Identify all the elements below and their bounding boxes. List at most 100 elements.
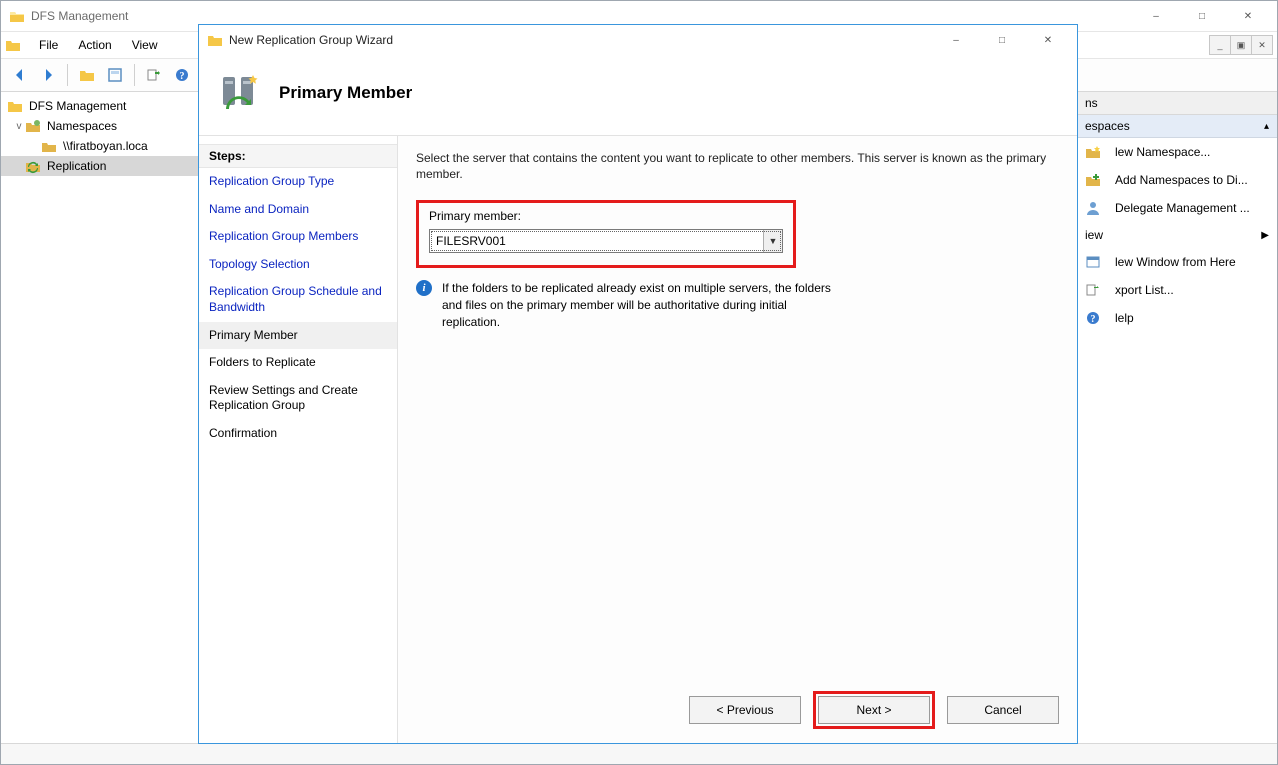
action-new-window[interactable]: lew Window from Here xyxy=(1077,248,1277,276)
parent-close-button[interactable]: ✕ xyxy=(1225,2,1271,30)
toolbar-separator xyxy=(134,64,135,86)
window-icon xyxy=(1085,254,1101,270)
wizard-header: Primary Member xyxy=(199,55,1077,135)
user-icon xyxy=(1085,200,1101,216)
next-button-highlight: Next > xyxy=(813,691,935,729)
tree-root-label: DFS Management xyxy=(29,99,126,113)
submenu-icon: ▶ xyxy=(1261,230,1269,241)
dfs-root-icon xyxy=(7,98,23,114)
step-primary-member[interactable]: Primary Member xyxy=(199,322,397,350)
mdi-close-button[interactable]: ✕ xyxy=(1251,35,1273,55)
previous-button[interactable]: < Previous xyxy=(689,696,801,724)
primary-member-value: FILESRV001 xyxy=(430,234,763,248)
wizard-title: New Replication Group Wizard xyxy=(229,33,393,47)
tree-namespaces[interactable]: v Namespaces xyxy=(1,116,198,136)
wizard-titlebar: New Replication Group Wizard – □ ✕ xyxy=(199,25,1077,55)
toolbar-separator xyxy=(67,64,68,86)
cancel-button-label: Cancel xyxy=(984,703,1021,717)
wizard-page-title: Primary Member xyxy=(279,83,412,103)
primary-member-highlight: Primary member: FILESRV001 ▼ xyxy=(416,200,796,268)
actions-header: ns xyxy=(1077,92,1277,115)
folder-plus-icon xyxy=(1085,172,1101,188)
wizard-button-bar: < Previous Next > Cancel xyxy=(416,679,1059,729)
toolbar-back-button[interactable] xyxy=(7,62,33,88)
svg-text:?: ? xyxy=(180,71,185,82)
tree-namespace-item-label: \\firatboyan.loca xyxy=(63,139,148,153)
action-export-list[interactable]: xport List... xyxy=(1077,276,1277,304)
app-menu-icon xyxy=(5,37,21,53)
parent-status-bar xyxy=(1,743,1277,764)
toolbar-properties-button[interactable] xyxy=(102,62,128,88)
wizard-page-icon xyxy=(215,69,263,117)
actions-group-title-text: espaces xyxy=(1085,119,1130,133)
action-label: lew Window from Here xyxy=(1115,255,1236,269)
tree-namespaces-label: Namespaces xyxy=(47,119,117,133)
menu-view[interactable]: View xyxy=(124,35,166,55)
step-review-settings[interactable]: Review Settings and Create Replication G… xyxy=(199,377,397,420)
primary-member-dropdown[interactable]: FILESRV001 ▼ xyxy=(429,229,783,253)
action-label: lelp xyxy=(1115,311,1134,325)
actions-group-title[interactable]: espaces ▴ xyxy=(1077,115,1277,138)
tree-replication-label: Replication xyxy=(47,159,106,173)
step-schedule-bandwidth[interactable]: Replication Group Schedule and Bandwidth xyxy=(199,278,397,321)
action-label: lew Namespace... xyxy=(1115,145,1210,159)
svg-text:?: ? xyxy=(1091,314,1096,325)
action-delegate-management[interactable]: Delegate Management ... xyxy=(1077,194,1277,222)
step-name-and-domain[interactable]: Name and Domain xyxy=(199,196,397,224)
parent-minimize-button[interactable]: – xyxy=(1133,2,1179,30)
primary-member-label: Primary member: xyxy=(429,209,783,223)
parent-window-title: DFS Management xyxy=(31,9,128,23)
step-replication-group-members[interactable]: Replication Group Members xyxy=(199,223,397,251)
wizard-app-icon xyxy=(207,32,223,48)
step-replication-group-type[interactable]: Replication Group Type xyxy=(199,168,397,196)
wizard-close-button[interactable]: ✕ xyxy=(1025,26,1071,54)
wizard-minimize-button[interactable]: – xyxy=(933,26,979,54)
namespace-item-icon xyxy=(41,138,57,154)
dropdown-button[interactable]: ▼ xyxy=(763,230,782,252)
action-label: xport List... xyxy=(1115,283,1174,297)
mdi-minimize-button[interactable]: _ xyxy=(1209,35,1231,55)
replication-icon xyxy=(25,158,41,174)
mdi-restore-button[interactable]: ▣ xyxy=(1230,35,1252,55)
wizard-info-text: If the folders to be replicated already … xyxy=(442,280,846,330)
step-folders-to-replicate[interactable]: Folders to Replicate xyxy=(199,349,397,377)
namespaces-icon xyxy=(25,118,41,134)
action-label: Add Namespaces to Di... xyxy=(1115,173,1248,187)
toolbar-help-button[interactable]: ? xyxy=(169,62,195,88)
wizard-maximize-button[interactable]: □ xyxy=(979,26,1025,54)
next-button-label: Next > xyxy=(856,703,891,717)
chevron-down-icon: ▼ xyxy=(769,236,778,246)
action-label: iew xyxy=(1085,228,1103,242)
info-icon: i xyxy=(416,280,432,296)
tree-replication[interactable]: Replication xyxy=(1,156,198,176)
cancel-button[interactable]: Cancel xyxy=(947,696,1059,724)
previous-button-label: < Previous xyxy=(716,703,773,717)
step-topology-selection[interactable]: Topology Selection xyxy=(199,251,397,279)
tree-root[interactable]: DFS Management xyxy=(1,96,198,116)
actions-header-text: ns xyxy=(1085,96,1098,110)
action-label: Delegate Management ... xyxy=(1115,201,1250,215)
step-confirmation[interactable]: Confirmation xyxy=(199,420,397,448)
action-view[interactable]: iew ▶ xyxy=(1077,222,1277,248)
tree-namespace-item[interactable]: \\firatboyan.loca xyxy=(1,136,198,156)
folder-star-icon xyxy=(1085,144,1101,160)
toolbar-export-button[interactable] xyxy=(141,62,167,88)
toolbar-forward-button[interactable] xyxy=(35,62,61,88)
expand-icon[interactable]: v xyxy=(13,121,25,132)
steps-heading: Steps: xyxy=(199,144,397,168)
next-button[interactable]: Next > xyxy=(818,696,930,724)
actions-pane: ns espaces ▴ lew Namespace... Add Namesp… xyxy=(1076,92,1277,743)
wizard-info-note: i If the folders to be replicated alread… xyxy=(416,280,846,330)
replication-wizard-dialog: New Replication Group Wizard – □ ✕ Prima… xyxy=(198,24,1078,744)
wizard-description: Select the server that contains the cont… xyxy=(416,150,1059,182)
action-new-namespace[interactable]: lew Namespace... xyxy=(1077,138,1277,166)
toolbar-new-button[interactable] xyxy=(74,62,100,88)
navigation-tree: DFS Management v Namespaces \\firatboyan… xyxy=(1,92,199,743)
menu-action[interactable]: Action xyxy=(70,35,119,55)
help-icon: ? xyxy=(1085,310,1101,326)
app-icon xyxy=(9,8,25,24)
action-add-namespaces[interactable]: Add Namespaces to Di... xyxy=(1077,166,1277,194)
menu-file[interactable]: File xyxy=(31,35,66,55)
action-help[interactable]: ? lelp xyxy=(1077,304,1277,332)
parent-maximize-button[interactable]: □ xyxy=(1179,2,1225,30)
